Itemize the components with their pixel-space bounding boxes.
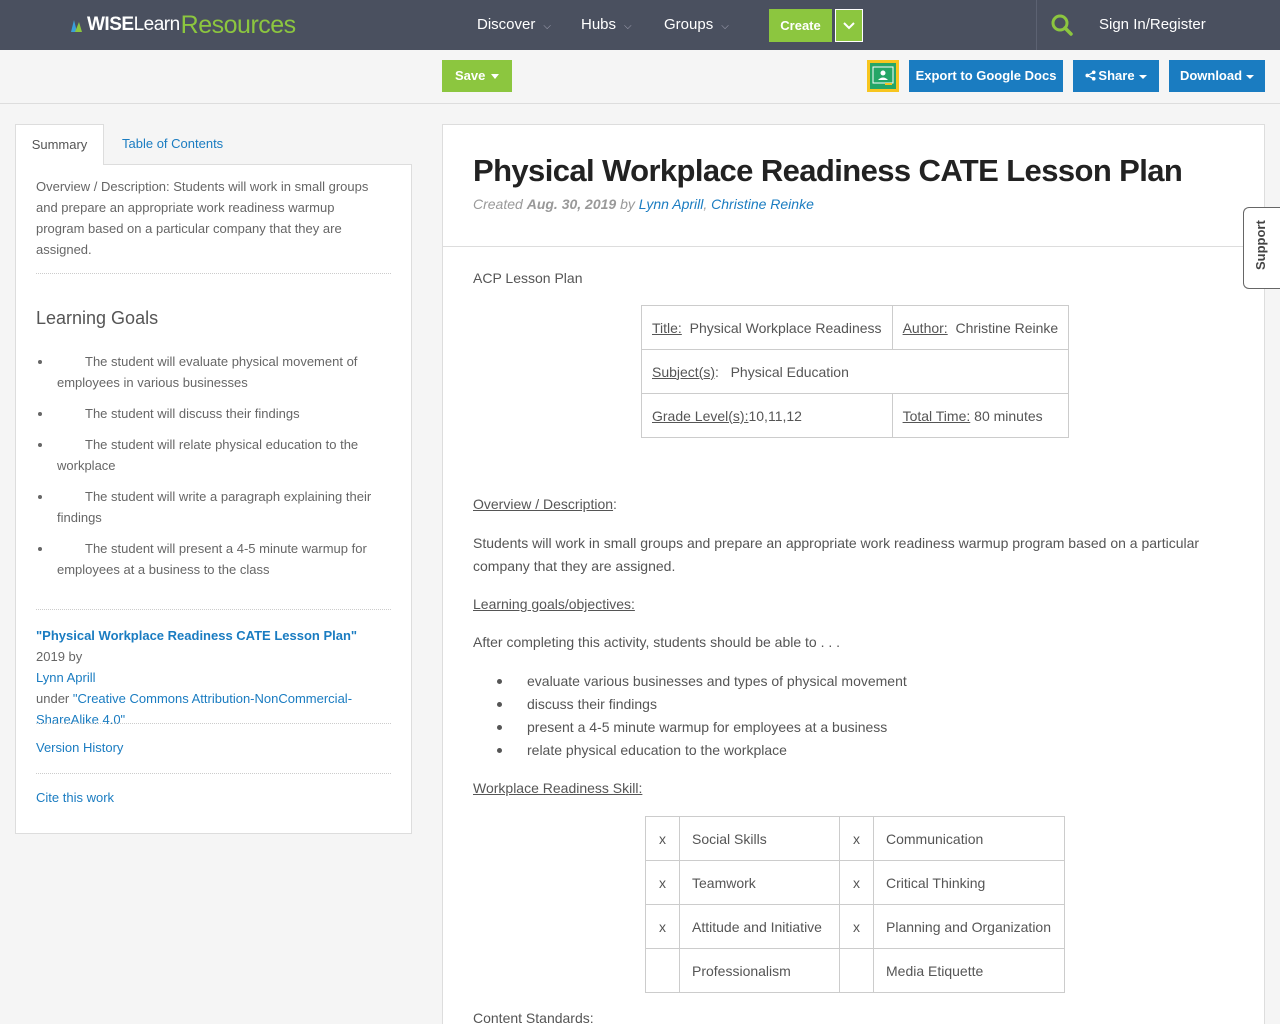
license-link[interactable]: "Creative Commons Attribution-NonCommerc…: [36, 691, 352, 727]
create-button[interactable]: Create: [769, 9, 832, 42]
author-link-aprill[interactable]: Lynn Aprill: [639, 196, 704, 212]
learning-goals-list: The student will evaluate physical movem…: [36, 351, 386, 590]
divider: [36, 723, 391, 724]
resource-toolbar: Save Export to Google Docs Share Downloa…: [0, 50, 1280, 104]
overview-heading: Overview / Description:: [473, 496, 617, 512]
author-link-reinke[interactable]: Christine Reinke: [711, 196, 814, 212]
summary-description: Overview / Description: Students will wo…: [36, 179, 369, 257]
page-title: Physical Workplace Readiness CATE Lesson…: [473, 153, 1183, 188]
caret-down-icon: [1246, 74, 1255, 79]
cite-this-work-link[interactable]: Cite this work: [36, 790, 114, 805]
share-button[interactable]: Share: [1073, 60, 1159, 92]
create-dropdown-button[interactable]: [835, 9, 863, 42]
wiselearn-logo[interactable]: WISE Learn Resources: [70, 10, 296, 40]
support-tab-label: Support: [1253, 220, 1268, 270]
list-item: evaluate various businesses and types of…: [497, 670, 907, 693]
divider: [36, 609, 391, 610]
table-row: x Social Skills x Communication: [645, 816, 1065, 861]
list-item: present a 4-5 minute warmup for employee…: [497, 716, 907, 739]
search-icon[interactable]: [1050, 13, 1074, 37]
divider: [36, 773, 391, 774]
objectives-list: evaluate various businesses and types of…: [497, 670, 907, 762]
goals-objectives-heading: Learning goals/objectives:: [473, 596, 635, 612]
attribution-title-link[interactable]: "Physical Workplace Readiness CATE Lesso…: [36, 628, 357, 643]
top-navbar: WISE Learn Resources Discover ⌵ Hubs ⌵ Group…: [0, 0, 1280, 50]
tab-table-of-contents[interactable]: Table of Contents: [108, 124, 237, 165]
divider: [443, 246, 1266, 247]
nav-hubs[interactable]: Hubs ⌵: [581, 0, 632, 50]
workplace-skills-table: x Social Skills x Communication x Teamwork …: [645, 816, 1065, 993]
chevron-down-icon: [843, 21, 855, 29]
caret-down-icon: [1138, 74, 1147, 79]
list-item: The student will write a paragraph expla…: [36, 486, 386, 528]
logo-mark-icon: [71, 20, 82, 32]
save-button-label: Save: [455, 68, 486, 83]
nav-groups-label: Groups: [664, 16, 714, 33]
overview-text: Students will work in small groups and p…: [473, 535, 1200, 574]
list-item: relate physical education to the workpla…: [497, 739, 907, 762]
nav-discover[interactable]: Discover ⌵: [477, 0, 551, 50]
list-item: The student will relate physical educati…: [36, 434, 386, 476]
list-item: discuss their findings: [497, 693, 907, 716]
summary-panel: Overview / Description: Students will wo…: [15, 164, 412, 834]
attribution-author-link[interactable]: Lynn Aprill: [36, 670, 96, 685]
chevron-down-icon: ⌵: [721, 21, 729, 32]
logo-resources-text: Resources: [180, 10, 297, 39]
tab-summary[interactable]: Summary: [15, 124, 104, 165]
save-button[interactable]: Save: [442, 60, 512, 92]
logo-wise-text: WISE: [87, 14, 134, 35]
version-history-link[interactable]: Version History: [36, 740, 123, 755]
export-google-docs-button[interactable]: Export to Google Docs: [909, 60, 1063, 92]
content-standards-heading: Content Standards:: [473, 1010, 594, 1024]
sign-in-register-link[interactable]: Sign In/Register: [1099, 0, 1206, 50]
logo-learn-text: Learn: [133, 14, 181, 35]
share-icon: [1085, 70, 1096, 81]
download-button[interactable]: Download: [1169, 60, 1265, 92]
list-item: The student will discuss their findings: [36, 403, 386, 424]
nav-hubs-label: Hubs: [581, 16, 617, 33]
goals-intro: After completing this activity, students…: [473, 634, 841, 650]
nav-discover-label: Discover: [477, 16, 536, 33]
chevron-down-icon: ⌵: [624, 21, 632, 32]
download-button-label: Download: [1179, 68, 1243, 83]
chevron-down-icon: ⌵: [543, 21, 551, 32]
resource-meta: Created Aug. 30, 2019 by Lynn Aprill, Ch…: [473, 196, 814, 212]
share-button-label: Share: [1098, 68, 1135, 83]
table-row: x Attitude and Initiative x Planning and O…: [645, 904, 1065, 949]
divider: [36, 273, 391, 274]
list-item: The student will present a 4-5 minute wa…: [36, 538, 386, 580]
learning-goals-heading: Learning Goals: [36, 308, 159, 328]
support-tab[interactable]: Support: [1243, 207, 1280, 289]
attribution: "Physical Workplace Readiness CATE Lesso…: [36, 628, 358, 727]
lesson-info-table: Title: Physical Workplace Readiness Auth…: [640, 305, 1070, 438]
nav-groups[interactable]: Groups ⌵: [664, 0, 729, 50]
nav-divider: [1036, 0, 1037, 50]
table-row: x Teamwork x Critical Thinking: [645, 860, 1065, 905]
resource-main-panel: Physical Workplace Readiness CATE Lesson…: [442, 124, 1266, 1024]
table-row: Professionalism Media Etiquette: [645, 948, 1065, 993]
google-classroom-icon: [870, 63, 896, 89]
list-item: The student will evaluate physical movem…: [36, 351, 386, 393]
workplace-readiness-heading: Workplace Readiness Skill:: [473, 780, 643, 796]
google-classroom-share-button[interactable]: [867, 60, 899, 92]
acp-label: ACP Lesson Plan: [473, 270, 583, 286]
caret-down-icon: [491, 74, 499, 79]
